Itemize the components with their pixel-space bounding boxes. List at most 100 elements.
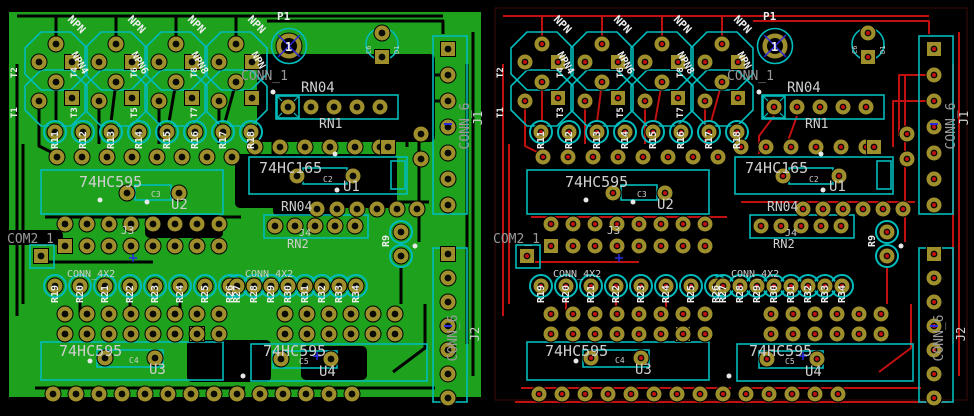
pad-hole xyxy=(36,98,43,105)
pad-via-dot xyxy=(885,254,889,258)
pad-hole xyxy=(113,79,120,86)
label-j3: J3 xyxy=(607,224,620,237)
label-npn_groups-3-t_upper: T8 xyxy=(190,67,200,78)
label-resistors_bottom_left-4: R23 xyxy=(636,285,647,303)
pad-via-dot xyxy=(637,244,641,248)
pad-hole xyxy=(53,41,60,48)
label-rn2-ref: RN2 xyxy=(773,237,795,251)
pad-hole xyxy=(445,202,452,209)
label-npn_groups-2-t_lower: T5 xyxy=(616,107,626,118)
pad-hole xyxy=(84,243,91,250)
pad-hole xyxy=(96,59,103,66)
pad-via-dot xyxy=(879,332,883,336)
pad-hole xyxy=(129,95,136,102)
pad-via-dot xyxy=(600,80,604,84)
pad-hole xyxy=(229,154,236,161)
pad-hole xyxy=(36,59,43,66)
pad-hole xyxy=(233,79,240,86)
label-rn1-value: RN04 xyxy=(787,80,821,96)
pad-hole xyxy=(216,221,223,228)
pad-via-dot xyxy=(681,332,685,336)
pad-hole xyxy=(348,311,355,318)
label-resistors_bottom_right-4: R31 xyxy=(786,285,797,303)
pad-hole xyxy=(73,391,80,398)
pad-hole xyxy=(156,98,163,105)
pad-hole xyxy=(173,41,180,48)
pad-hole xyxy=(106,221,113,228)
pad-via-dot xyxy=(537,392,541,396)
pad-hole xyxy=(331,104,338,111)
copper-zone xyxy=(187,340,271,382)
label-u1-value: 74HC165 xyxy=(745,159,808,177)
pad-hole xyxy=(303,391,310,398)
pad-via-dot xyxy=(549,332,553,336)
pad-hole xyxy=(128,243,135,250)
label-u3-cap: C4 xyxy=(615,356,625,365)
pad-via-dot xyxy=(790,392,794,396)
label-npn_groups-0-t_upper: T2 xyxy=(496,67,506,78)
pcb-traces-svg: P11CONN_1C6D1CONN_6J1RN04RN174HC595C3U27… xyxy=(490,4,972,412)
label-r9: R9 xyxy=(381,235,392,247)
pad-hole xyxy=(398,253,405,260)
pad-hole xyxy=(84,311,91,318)
pad-hole xyxy=(154,154,161,161)
pad-hole xyxy=(38,253,45,260)
label-rn2-value: RN04 xyxy=(281,200,312,215)
pad-hole xyxy=(370,331,377,338)
pad-hole xyxy=(392,331,399,338)
pad-via-dot xyxy=(703,244,707,248)
label-npn_groups-3-t_upper: T8 xyxy=(676,67,686,78)
pad-hole xyxy=(173,79,180,86)
pad-via-dot xyxy=(744,392,748,396)
label-npn_groups-1-t_lower: T3 xyxy=(556,107,566,118)
pad-hole xyxy=(445,176,452,183)
pad-via-dot xyxy=(637,312,641,316)
pad-via-dot xyxy=(611,191,615,195)
label-resistors_bottom_left-6: R25 xyxy=(200,285,211,303)
pad-via-dot xyxy=(866,31,870,35)
pad-hole xyxy=(280,391,287,398)
label-npn_groups-0-t_upper: T2 xyxy=(10,67,20,78)
label-resistors_top-1: R12 xyxy=(78,131,89,149)
pad-hole xyxy=(216,243,223,250)
label-u1-value: 74HC165 xyxy=(259,159,322,177)
silk-dot xyxy=(98,198,103,203)
pad-via-dot xyxy=(703,332,707,336)
pad-via-dot xyxy=(629,392,633,396)
label-resistors_bottom_right-3: R30 xyxy=(283,285,294,303)
label-resistors_top-3: R14 xyxy=(134,131,145,149)
pad-via-dot xyxy=(681,222,685,226)
pad-hole xyxy=(249,95,256,102)
pad-via-dot xyxy=(932,73,936,77)
label-resistors_top-6: R17 xyxy=(704,131,715,149)
pad-via-dot xyxy=(637,222,641,226)
pad-hole xyxy=(188,391,195,398)
label-npn_groups-2-t_upper: T6 xyxy=(616,67,626,78)
pad-hole xyxy=(314,206,321,213)
pad-hole xyxy=(334,206,341,213)
label-resistors_bottom_left-5: R24 xyxy=(661,285,672,303)
label-j2-ref: J2 xyxy=(954,327,968,341)
pad-via-dot xyxy=(839,145,843,149)
label-u3-value: 74HC595 xyxy=(59,342,122,360)
pad-hole xyxy=(349,391,356,398)
pad-hole xyxy=(374,206,381,213)
label-u1-ref: U1 xyxy=(829,179,846,195)
label-cap_top-right: D1 xyxy=(879,46,887,54)
label-npn_groups-3-t_lower: T7 xyxy=(676,107,686,118)
pad-hole xyxy=(445,395,452,402)
label-resistors_top-2: R13 xyxy=(592,131,603,149)
label-com: COM2_1 xyxy=(7,232,54,247)
label-resistors_bottom_right-7: R34 xyxy=(837,285,848,303)
pad-hole xyxy=(96,391,103,398)
pad-via-dot xyxy=(681,244,685,248)
pad-hole xyxy=(445,371,452,378)
pad-hole xyxy=(106,311,113,318)
pad-hole xyxy=(332,223,339,230)
pad-via-dot xyxy=(857,312,861,316)
pad-via-dot xyxy=(857,332,861,336)
pad-via-dot xyxy=(772,105,776,109)
pad-hole xyxy=(282,331,289,338)
pad-via-dot xyxy=(652,392,656,396)
pad-hole xyxy=(302,144,309,151)
